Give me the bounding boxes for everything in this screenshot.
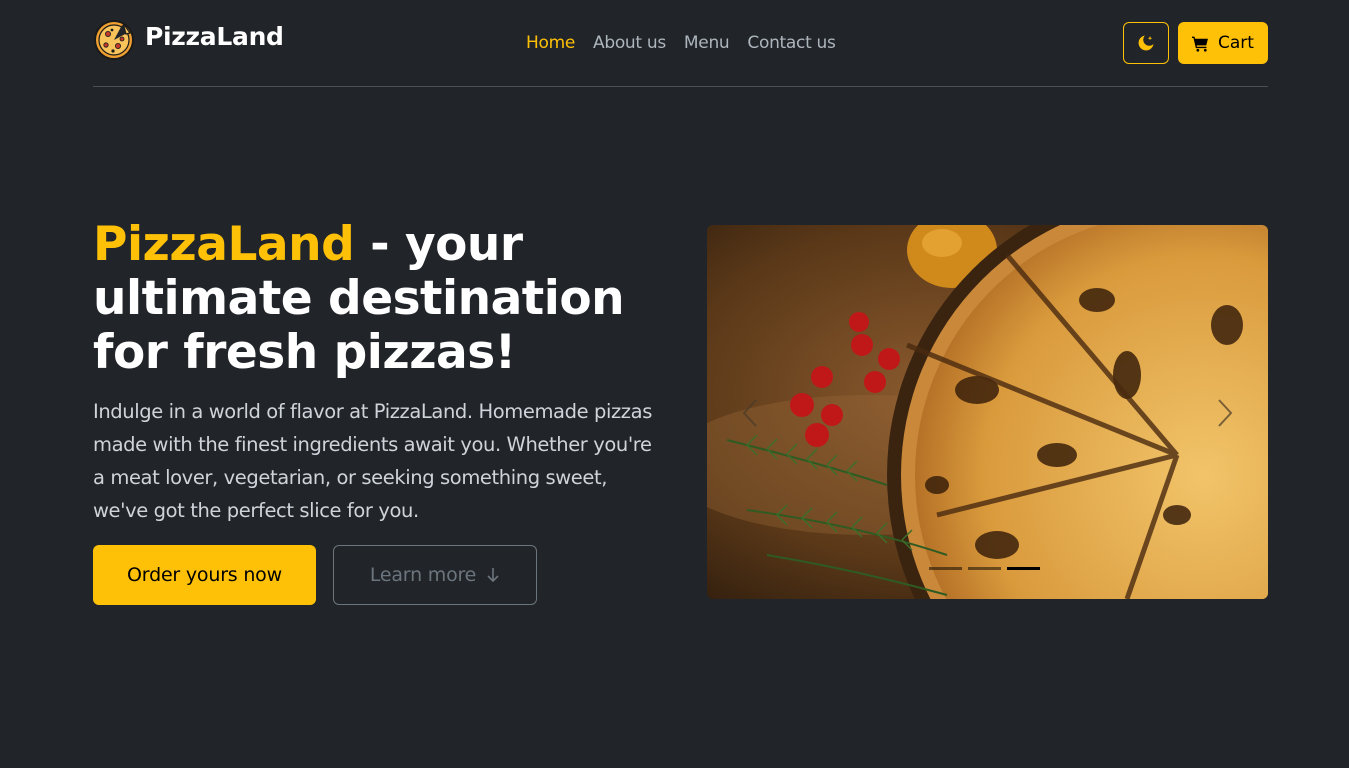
nav-contact-us[interactable]: Contact us (747, 33, 835, 53)
site-header: PizzaLand Home About us Menu Contact us … (93, 0, 1268, 87)
nav-home[interactable]: Home (526, 33, 575, 53)
brand-name: PizzaLand (145, 21, 284, 51)
carousel-indicator-1[interactable] (929, 567, 962, 570)
carousel-indicator-2[interactable] (968, 567, 1001, 570)
nav-menu[interactable]: Menu (684, 33, 730, 53)
pizza-logo-icon (94, 20, 134, 60)
carousel-prev-button[interactable] (735, 395, 765, 431)
chevron-left-icon (742, 399, 757, 427)
carousel-indicator-3[interactable] (1007, 567, 1040, 570)
brand[interactable]: PizzaLand (93, 19, 284, 61)
main-nav: Home About us Menu Contact us (526, 33, 836, 53)
arrow-down-icon (487, 568, 499, 583)
cart-icon (1192, 36, 1208, 52)
carousel-next-button[interactable] (1210, 395, 1240, 431)
cart-label: Cart (1218, 33, 1254, 53)
order-now-label: Order yours now (127, 564, 282, 586)
order-now-button[interactable]: Order yours now (93, 545, 316, 605)
hero-text: PizzaLand - your ultimate destination fo… (93, 218, 653, 527)
theme-toggle-button[interactable] (1123, 22, 1169, 64)
pizza-photo (707, 225, 1268, 599)
chevron-right-icon (1218, 399, 1233, 427)
carousel-indicators (929, 567, 1040, 570)
hero-title-brand: PizzaLand (93, 217, 355, 272)
cart-button[interactable]: Cart (1178, 22, 1268, 64)
hero-carousel (707, 225, 1268, 599)
learn-more-label: Learn more (369, 564, 477, 586)
hero-description: Indulge in a world of flavor at PizzaLan… (93, 400, 652, 522)
learn-more-button[interactable]: Learn more (333, 545, 537, 605)
moon-stars-icon (1138, 35, 1154, 51)
nav-about-us[interactable]: About us (593, 33, 666, 53)
hero-title: PizzaLand - your ultimate destination fo… (93, 218, 653, 380)
